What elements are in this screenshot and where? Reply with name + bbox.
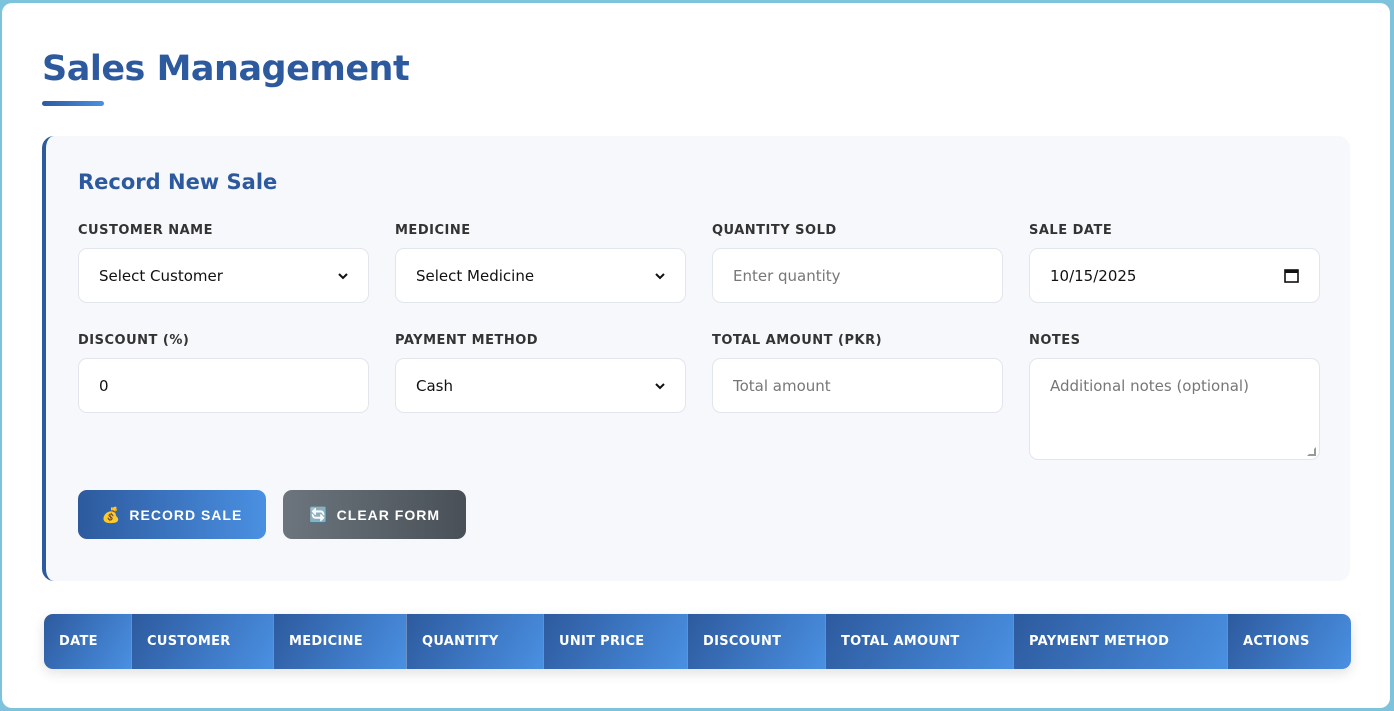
customer-label: CUSTOMER NAME [78,223,213,238]
column-header-medicine[interactable]: MEDICINE [274,614,407,669]
payment-label: PAYMENT METHOD [395,333,539,348]
sale-date-input[interactable]: 10/15/2025 [1029,248,1320,303]
quantity-placeholder: Enter quantity [733,266,841,285]
sale-date-field: SALE DATE 10/15/2025 [1029,223,1320,303]
discount-label: DISCOUNT (%) [78,333,190,348]
column-header-payment-method[interactable]: PAYMENT METHOD [1014,614,1228,669]
payment-select-value: Cash [416,376,453,395]
page-title: Sales Management [42,49,410,89]
sales-table-header: DATE CUSTOMER MEDICINE QUANTITY UNIT PRI… [44,614,1351,669]
medicine-label: MEDICINE [395,223,471,238]
clear-form-button[interactable]: 🔄 CLEAR FORM [283,490,466,539]
clear-form-label: CLEAR FORM [336,506,440,523]
medicine-select-value: Select Medicine [416,266,535,285]
record-sale-button[interactable]: 💰 RECORD SALE [78,490,266,539]
discount-field: DISCOUNT (%) 0 [78,333,369,413]
resize-handle[interactable] [1307,447,1316,456]
notes-label: NOTES [1029,333,1081,348]
money-bag-icon: 💰 [101,505,122,524]
chevron-down-icon [655,382,665,389]
medicine-select[interactable]: Select Medicine [395,248,686,303]
notes-textarea[interactable]: Additional notes (optional) [1029,358,1320,460]
payment-select[interactable]: Cash [395,358,686,413]
sale-date-value: 10/15/2025 [1050,266,1137,285]
customer-select[interactable]: Select Customer [78,248,369,303]
discount-value: 0 [99,376,109,395]
total-label: TOTAL AMOUNT (PKR) [712,333,883,348]
quantity-label: QUANTITY SOLD [712,223,837,238]
refresh-icon: 🔄 [308,505,329,524]
quantity-input[interactable]: Enter quantity [712,248,1003,303]
app-frame: Sales Management Record New Sale CUSTOME… [2,3,1390,708]
medicine-field: MEDICINE Select Medicine [395,223,686,303]
column-header-total-amount[interactable]: TOTAL AMOUNT [826,614,1014,669]
record-sale-form: Record New Sale CUSTOMER NAME Select Cus… [42,136,1350,581]
column-header-actions[interactable]: ACTIONS [1228,614,1351,669]
chevron-down-icon [655,272,665,279]
sale-date-label: SALE DATE [1029,223,1113,238]
record-sale-label: RECORD SALE [129,506,243,523]
notes-field: NOTES Additional notes (optional) [1029,333,1320,460]
column-header-date[interactable]: DATE [44,614,132,669]
payment-field: PAYMENT METHOD Cash [395,333,686,413]
discount-input[interactable]: 0 [78,358,369,413]
total-field: TOTAL AMOUNT (PKR) Total amount [712,333,1003,413]
column-header-unit-price[interactable]: UNIT PRICE [544,614,688,669]
quantity-field: QUANTITY SOLD Enter quantity [712,223,1003,303]
column-header-quantity[interactable]: QUANTITY [407,614,544,669]
title-underline [42,101,104,106]
form-title: Record New Sale [78,170,278,194]
column-header-customer[interactable]: CUSTOMER [132,614,274,669]
customer-select-value: Select Customer [99,266,223,285]
calendar-icon[interactable] [1284,268,1299,283]
column-header-discount[interactable]: DISCOUNT [688,614,826,669]
total-placeholder: Total amount [733,376,831,395]
customer-field: CUSTOMER NAME Select Customer [78,223,369,303]
notes-placeholder: Additional notes (optional) [1050,377,1249,395]
chevron-down-icon [338,272,348,279]
total-input[interactable]: Total amount [712,358,1003,413]
